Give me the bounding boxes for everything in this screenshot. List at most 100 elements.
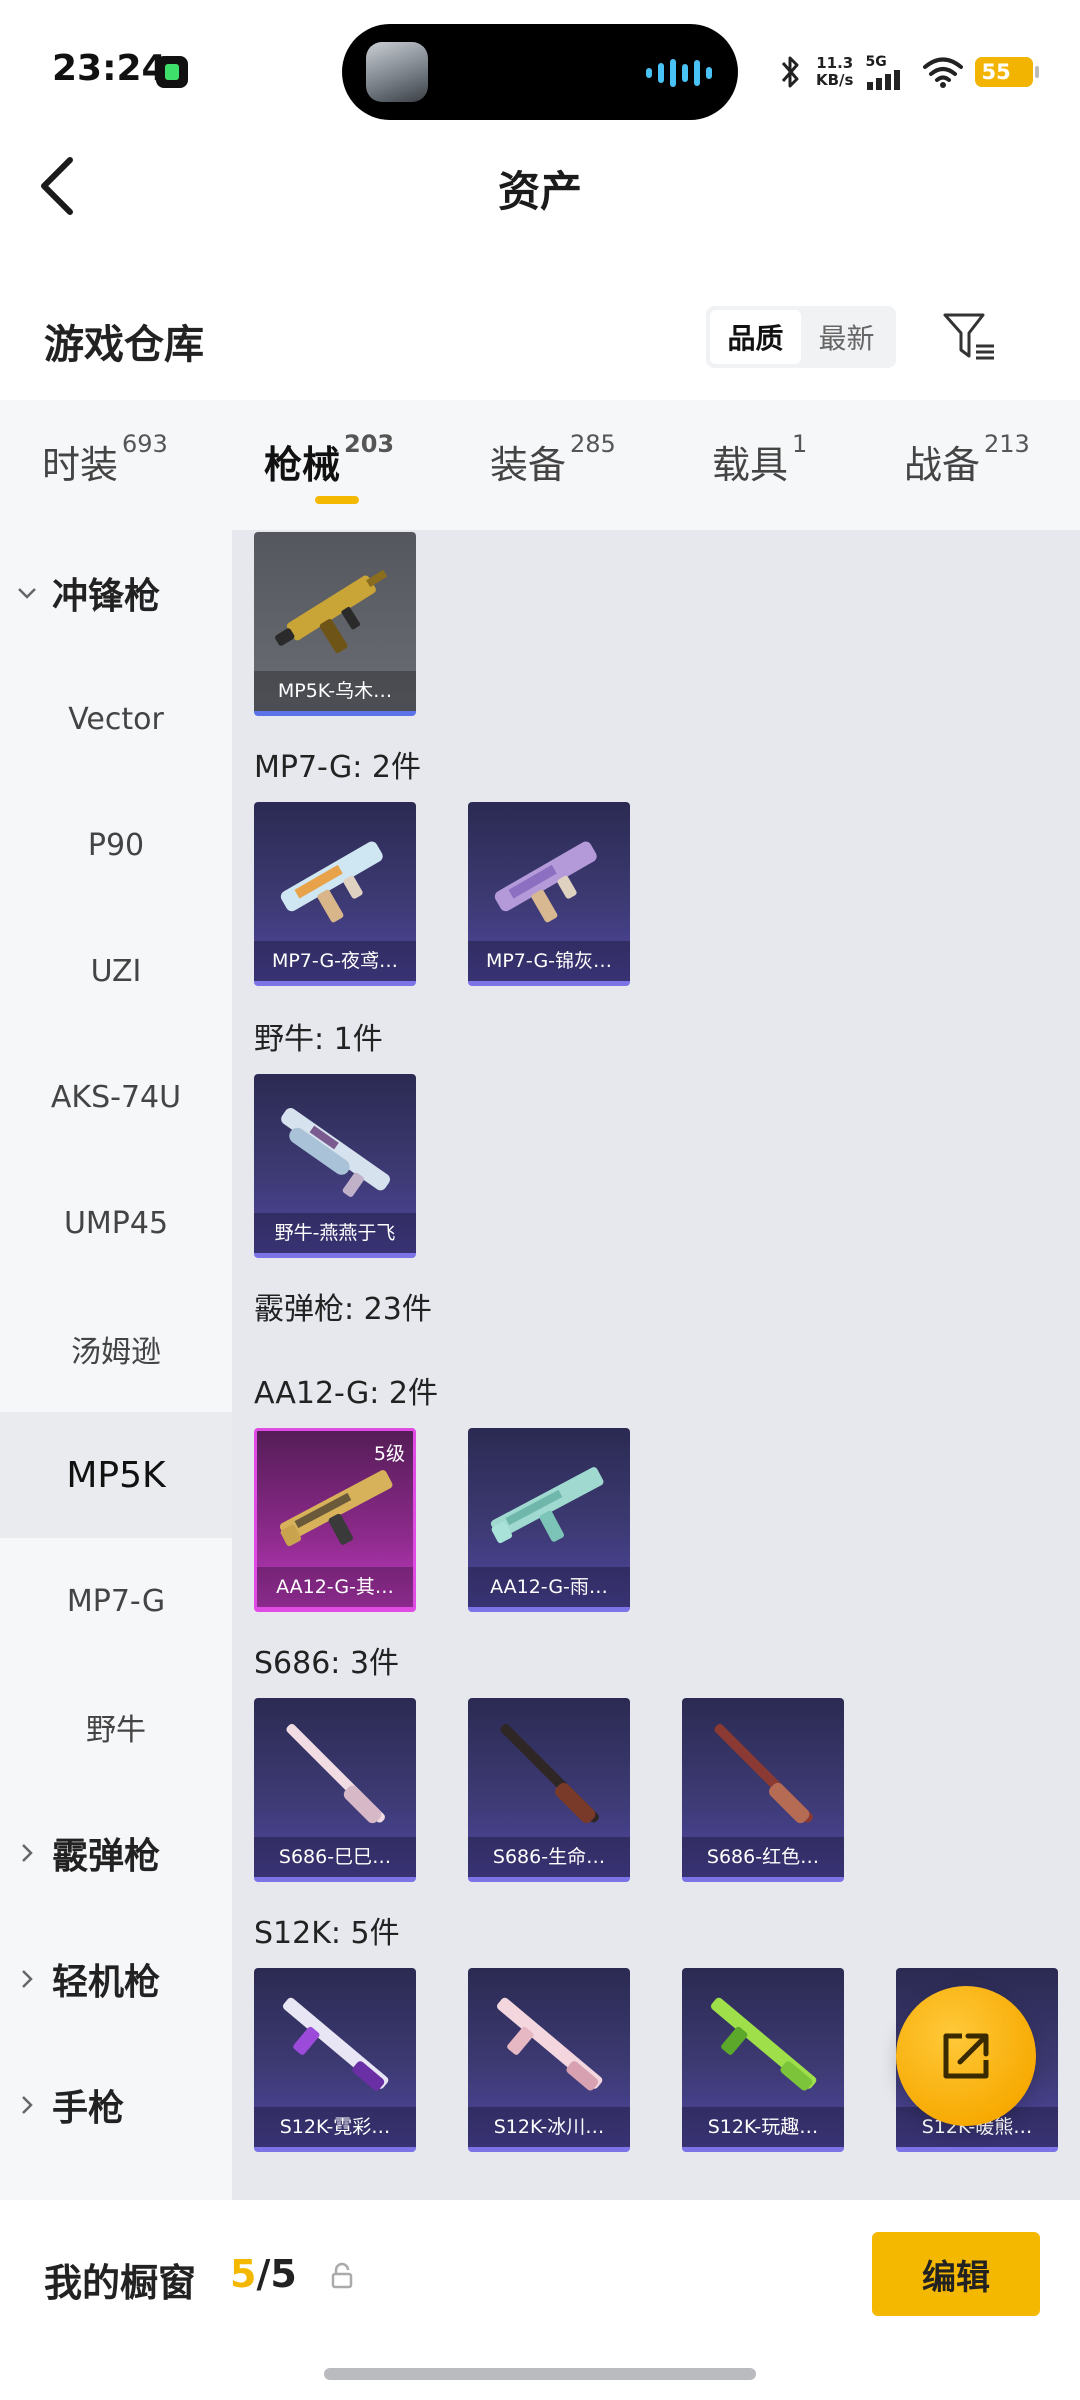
sidebar-item-smg[interactable]: 冲锋枪: [0, 530, 232, 656]
weapon-card[interactable]: MP5K-乌木…: [254, 532, 416, 716]
edit-button[interactable]: 编辑: [872, 2232, 1040, 2316]
showcase-count-current: 5: [230, 2252, 257, 2296]
weapon-card[interactable]: 野牛-燕燕于飞: [254, 1074, 416, 1258]
smg-gold-icon: [275, 569, 388, 653]
tab-label: 载具: [712, 443, 789, 487]
weapon-card[interactable]: S686-巳巳…: [254, 1698, 416, 1882]
sidebar-item-shotgun[interactable]: 霰弹枪: [0, 1790, 232, 1916]
home-indicator[interactable]: [324, 2368, 756, 2380]
smg-skin-icon: [281, 1108, 390, 1197]
sidebar-item-aks74u[interactable]: AKS-74U: [0, 1034, 232, 1160]
weapon-card[interactable]: S12K-玩趣…: [682, 1968, 844, 2152]
weapon-name: MP7-G-锦灰…: [468, 941, 630, 981]
weapon-card[interactable]: S686-红色…: [682, 1698, 844, 1882]
weapon-name: S686-红色…: [682, 1837, 844, 1877]
weapon-name: S686-巳巳…: [254, 1837, 416, 1877]
media-thumbnail: [366, 42, 428, 102]
status-bar: 23:24 11.3 KB/s 5G 55: [0, 0, 1080, 120]
dynamic-island[interactable]: [342, 24, 738, 120]
sort-toggle: 品质 最新: [706, 306, 896, 368]
chevron-right-icon: [22, 1970, 33, 1988]
group-title: S686: 3件: [254, 1646, 400, 1681]
category-tabs: 时装 693 枪械 203 装备 285 载具 1 战备 213: [0, 400, 1080, 530]
weapon-name: S12K-霓彩…: [254, 2107, 416, 2147]
tab-vehicles[interactable]: 载具 1: [712, 430, 807, 489]
tab-fashion[interactable]: 时装 693: [42, 430, 168, 489]
group-title: S12K: 5件: [254, 1916, 400, 1951]
tab-count: 1: [792, 430, 808, 458]
sort-newest-option[interactable]: 最新: [801, 310, 892, 364]
shotgun-skin-icon: [714, 1724, 813, 1824]
weapon-card[interactable]: MP7-G-夜鸢…: [254, 802, 416, 986]
weapon-card[interactable]: S12K-冰川…: [468, 1968, 630, 2152]
chevron-right-icon: [22, 2096, 33, 2114]
sidebar-item-mp5k[interactable]: MP5K: [0, 1412, 232, 1538]
speed-unit: KB/s: [816, 71, 854, 89]
shotgun-skin-icon: [500, 1724, 599, 1824]
weapon-grid: MP5K-乌木… MP7-G: 2件 MP7-G-夜鸢… MP7-G-锦灰… 野…: [232, 530, 1080, 2200]
sidebar-item-label: 霰弹枪: [52, 1836, 161, 1877]
weapon-card[interactable]: S686-生命…: [468, 1698, 630, 1882]
weapon-card[interactable]: S12K-霓彩…: [254, 1968, 416, 2152]
showcase-title: 我的橱窗: [44, 2261, 197, 2305]
showcase-count-total: 5: [270, 2252, 297, 2296]
sidebar-item-thompson[interactable]: 汤姆逊: [0, 1286, 232, 1412]
battery-indicator: 55: [975, 57, 1040, 87]
group-title: AA12-G: 2件: [254, 1376, 438, 1411]
weapon-card[interactable]: AA12-G-雨…: [468, 1428, 630, 1612]
tab-label: 战备: [904, 443, 981, 487]
active-tab-indicator: [315, 496, 359, 504]
tab-label: 枪械: [264, 443, 341, 487]
smg-skin-icon: [494, 841, 597, 923]
weapon-name: MP5K-乌木…: [254, 671, 416, 711]
weapon-name: S12K-冰川…: [468, 2107, 630, 2147]
showcase-count-separator: /: [256, 2252, 271, 2296]
status-time: 23:24: [52, 48, 167, 89]
shotgun-skin-icon: [496, 1997, 603, 2091]
tab-weapons[interactable]: 枪械 203: [264, 430, 394, 489]
chevron-right-icon: [22, 1844, 33, 1862]
tab-count: 213: [984, 430, 1030, 458]
weapon-name: S686-生命…: [468, 1837, 630, 1877]
weapon-card[interactable]: MP7-G-锦灰…: [468, 802, 630, 986]
weapon-name: AA12-G-其…: [257, 1567, 413, 1607]
wifi-icon: [923, 57, 964, 88]
weapon-card[interactable]: 5级 AA12-G-其…: [254, 1428, 416, 1612]
shotgun-skin-icon: [710, 1997, 817, 2091]
weapon-name: 野牛-燕燕于飞: [254, 1213, 416, 1253]
share-icon: [943, 2033, 989, 2079]
showcase-count: 5/5: [230, 2252, 297, 2296]
audio-wave-icon: [646, 58, 712, 88]
tab-count: 285: [570, 430, 616, 458]
showcase-bar: 我的橱窗 5/5 编辑: [0, 2200, 1080, 2400]
tab-label: 装备: [490, 443, 567, 487]
lock-icon: [331, 2262, 353, 2289]
tab-supplies[interactable]: 战备 213: [904, 430, 1030, 489]
smg-skin-icon: [280, 841, 383, 923]
shotgun-skin-icon: [279, 1470, 393, 1547]
share-button[interactable]: [896, 1986, 1036, 2126]
shotgun-skin-icon: [490, 1467, 604, 1544]
sidebar-item-uzi[interactable]: UZI: [0, 908, 232, 1034]
weapon-name: AA12-G-雨…: [468, 1567, 630, 1607]
chevron-down-icon: [18, 588, 36, 599]
network-speed: 11.3 KB/s: [816, 55, 853, 89]
group-title: 野牛: 1件: [254, 1022, 383, 1057]
page-title: 资产: [497, 167, 582, 216]
sidebar-item-p90[interactable]: P90: [0, 782, 232, 908]
weapon-name: S12K-玩趣…: [682, 2107, 844, 2147]
sort-quality-option[interactable]: 品质: [710, 310, 801, 364]
speed-value: 11.3: [816, 54, 854, 72]
weapon-type-sidebar: 冲锋枪 Vector P90 UZI AKS-74U UMP45 汤姆逊 MP5…: [0, 530, 232, 2200]
sidebar-item-pistol[interactable]: 手枪: [0, 2042, 232, 2168]
sidebar-item-vector[interactable]: Vector: [0, 656, 232, 782]
sidebar-item-ump45[interactable]: UMP45: [0, 1160, 232, 1286]
tab-equipment[interactable]: 装备 285: [490, 430, 616, 489]
status-icons: 11.3 KB/s 5G 55: [778, 50, 1040, 94]
tab-label: 时装: [42, 443, 119, 487]
filter-icon[interactable]: [942, 312, 998, 362]
sidebar-item-bizon[interactable]: 野牛: [0, 1664, 232, 1790]
sidebar-item-mp7g[interactable]: MP7-G: [0, 1538, 232, 1664]
sidebar-item-lmg[interactable]: 轻机枪: [0, 1916, 232, 2042]
sidebar-item-label: 冲锋枪: [52, 576, 161, 617]
